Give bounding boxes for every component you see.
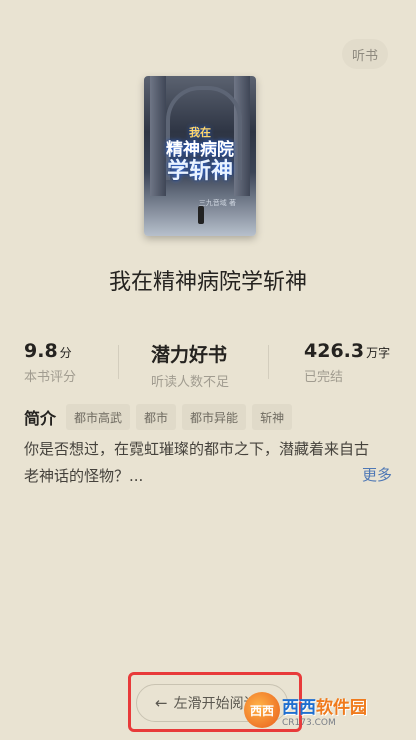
book-title: 我在精神病院学斩神 [108, 270, 307, 295]
popularity-label: 听读人数不足 [151, 375, 230, 390]
cover-text-small: 我在 [189, 126, 211, 139]
wordcount-unit: 万字 [366, 346, 391, 360]
listen-book-button[interactable]: 听书 [341, 39, 388, 69]
stat-divider [118, 345, 119, 379]
cover-figure [198, 206, 204, 224]
intro-label: 简介 [24, 409, 57, 428]
status-label: 已完结 [304, 370, 344, 385]
cover-text-mid: 精神病院 [166, 140, 234, 160]
wordcount-stat: 426.3 万字 已完结 [304, 340, 390, 385]
rating-label: 本书评分 [24, 370, 77, 385]
popularity-stat: 潜力好书 听读人数不足 [151, 340, 229, 390]
wordcount-value: 426.3 [304, 340, 365, 362]
watermark-logo-icon: 西西 [244, 692, 280, 728]
book-stats: 9.8 分 本书评分 潜力好书 听读人数不足 426.3 万字 已完结 [0, 340, 416, 390]
watermark-sub: CR173.COM [282, 717, 336, 728]
tag-chip[interactable]: 都市 [136, 404, 177, 430]
watermark-text: 西西软件园 CR173.COM [282, 693, 367, 728]
watermark-part2: 软件园 [316, 697, 367, 718]
watermark: 西西 西西软件园 CR173.COM [244, 690, 404, 730]
book-cover[interactable]: 我在 精神病院 学斩神 三九音域 著 [144, 76, 256, 236]
cover-title-art: 我在 精神病院 学斩神 [148, 124, 252, 184]
tag-chip[interactable]: 都市高武 [66, 404, 131, 430]
tag-chip[interactable]: 斩神 [252, 404, 293, 430]
intro-row: 简介 都市高武 都市 都市异能 斩神 [24, 404, 298, 430]
intro-text: 你是否想过，在霓虹璀璨的都市之下，潜藏着来自古老神话的怪物？... [24, 440, 370, 485]
rating-value: 9.8 [24, 340, 58, 362]
stat-divider [268, 345, 269, 379]
cover-author: 三九音域 著 [198, 199, 236, 207]
rating-stat: 9.8 分 本书评分 [24, 340, 76, 385]
more-link[interactable]: 更多 [362, 464, 392, 485]
cover-text-big: 学斩神 [166, 159, 233, 184]
tag-chip[interactable]: 都市异能 [182, 404, 247, 430]
popularity-value: 潜力好书 [151, 344, 228, 366]
watermark-part1: 西西 [282, 697, 316, 718]
rating-unit: 分 [59, 346, 72, 360]
